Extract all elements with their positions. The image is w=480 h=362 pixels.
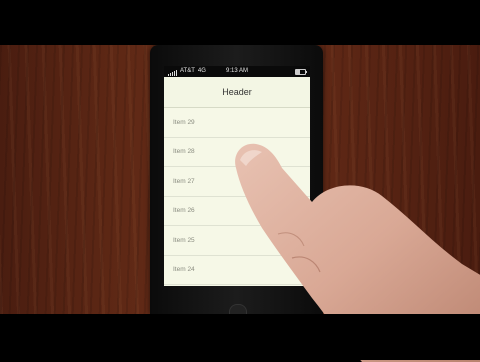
navigation-bar: Header: [164, 77, 310, 108]
status-time: 9:13 AM: [225, 68, 248, 74]
item-list[interactable]: Item 29 Item 28 Item 27 Item 26 Item 25 …: [164, 108, 310, 285]
list-item[interactable]: Item 24: [164, 256, 310, 285]
list-item-label: Item 28: [173, 148, 195, 156]
list-item[interactable]: Item 29: [164, 108, 310, 138]
list-item[interactable]: Item 25: [164, 226, 310, 256]
video-letterbox-top: [0, 0, 480, 45]
list-item[interactable]: Item 28: [164, 138, 310, 167]
list-item-label: Item 25: [173, 236, 195, 244]
battery-icon: [295, 69, 307, 75]
list-item-label: Item 29: [173, 118, 195, 126]
video-letterbox-bottom: [0, 314, 480, 360]
nav-title: Header: [222, 87, 252, 97]
battery-level-fill: [296, 70, 301, 74]
status-bar: AT&T 4G 9:13 AM: [164, 66, 310, 77]
app-screen: AT&T 4G 9:13 AM Header Item 29 Item 28 I…: [164, 66, 310, 286]
list-item[interactable]: Item 26: [164, 197, 310, 226]
list-item[interactable]: Item 27: [164, 167, 310, 197]
list-item-label: Item 27: [173, 177, 195, 185]
list-item-label: Item 24: [173, 266, 195, 274]
list-item-label: Item 26: [173, 207, 195, 215]
